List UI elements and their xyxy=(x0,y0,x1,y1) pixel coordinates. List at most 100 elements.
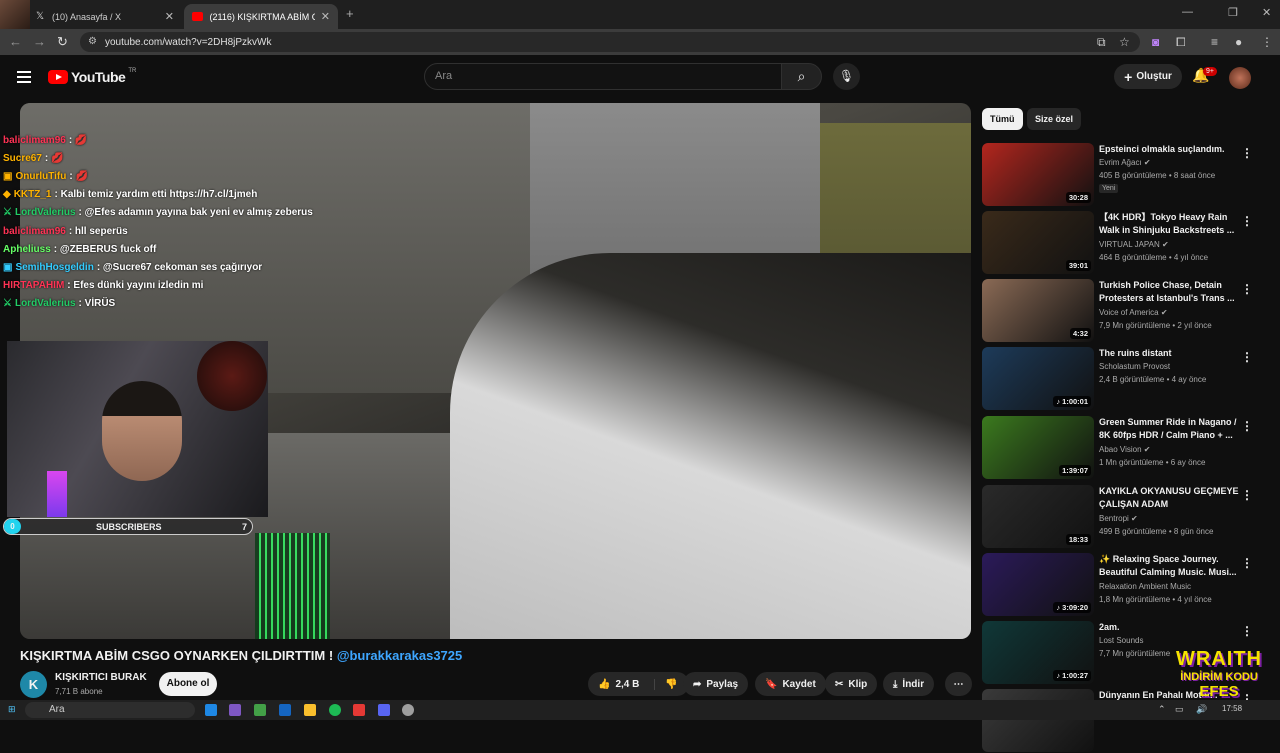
url-bar[interactable]: ⚙ youtube.com/watch?v=2DH8jPzkvWk xyxy=(80,32,1140,52)
save-button[interactable]: 🔖 Kaydet xyxy=(755,672,826,696)
video-title[interactable]: KAYIKLA OKYANUSU GEÇMEYE ÇALIŞAN ADAM xyxy=(1099,485,1239,511)
media-control-icon[interactable]: ≡ xyxy=(1211,35,1218,49)
chrome-icon[interactable] xyxy=(353,704,365,716)
video-channel[interactable]: Scholastum Provost xyxy=(1099,362,1170,371)
tab-x-home[interactable]: 𝕏 (10) Anasayfa / X ✕ xyxy=(28,4,182,29)
recommended-video[interactable]: 18:33 KAYIKLA OKYANUSU GEÇMEYE ÇALIŞAN AD… xyxy=(982,485,1253,549)
chip-all[interactable]: Tümü xyxy=(982,108,1023,130)
video-thumbnail[interactable]: 1:39:07 xyxy=(982,416,1094,479)
video-title[interactable]: Turkish Police Chase, Detain Protesters … xyxy=(1099,279,1239,305)
app-icon-2[interactable] xyxy=(402,704,414,716)
outlook-icon[interactable] xyxy=(279,704,291,716)
video-thumbnail[interactable]: 4:32 xyxy=(982,279,1094,342)
url-text: youtube.com/watch?v=2DH8jPzkvWk xyxy=(105,36,272,48)
search-button[interactable]: ⌕ xyxy=(781,63,822,90)
recommended-video[interactable]: 30:28 Epsteinci olmakla suçlandım. Evrim A… xyxy=(982,143,1253,207)
tab-youtube-video[interactable]: (2116) KIŞKIRTMA ABİM CSGO ✕ xyxy=(184,4,338,29)
chat-username: KKTZ_1 xyxy=(13,189,52,201)
discord-icon[interactable] xyxy=(378,704,390,716)
tray-chevron-icon[interactable]: ⌃ xyxy=(1158,704,1166,715)
video-thumbnail[interactable]: ♪ 3:09:20 xyxy=(982,553,1094,616)
close-icon[interactable]: ✕ xyxy=(165,10,174,23)
install-app-icon[interactable]: ⧉ xyxy=(1097,35,1106,50)
spotify-icon[interactable] xyxy=(329,704,341,716)
voice-search-button[interactable]: 🎙 xyxy=(833,63,860,90)
window-close-button[interactable]: ✕ xyxy=(1262,6,1271,19)
network-icon[interactable]: ▭ xyxy=(1175,704,1184,715)
channel-name[interactable]: KIŞKIRTICI BURAK xyxy=(55,672,147,683)
profile-icon[interactable]: ● xyxy=(1235,35,1242,49)
more-vertical-icon[interactable]: ⋮ xyxy=(1241,350,1253,364)
recommended-video[interactable]: 39:01 【4K HDR】Tokyo Heavy Rain Walk in Sh… xyxy=(982,211,1253,275)
youtube-logo[interactable]: YouTube TR xyxy=(48,68,136,85)
more-vertical-icon[interactable]: ⋮ xyxy=(1241,556,1253,570)
clip-button[interactable]: ✂ Klip xyxy=(825,672,878,696)
video-thumbnail[interactable]: 30:28 xyxy=(982,143,1094,206)
video-thumbnail[interactable]: 39:01 xyxy=(982,211,1094,274)
explorer-icon[interactable] xyxy=(304,704,316,716)
recommended-video[interactable]: 4:32 Turkish Police Chase, Detain Protest… xyxy=(982,279,1253,343)
video-thumbnail[interactable] xyxy=(982,689,1094,752)
app-icon[interactable] xyxy=(229,704,241,716)
menu-icon[interactable] xyxy=(17,71,31,86)
account-avatar[interactable] xyxy=(1229,67,1251,89)
windows-start-icon[interactable]: ⊞ xyxy=(8,704,16,715)
more-vertical-icon[interactable]: ⋮ xyxy=(1241,419,1253,433)
reload-icon[interactable]: ↻ xyxy=(57,34,68,50)
video-channel[interactable]: Lost Sounds xyxy=(1099,636,1143,645)
search-input[interactable]: Ara xyxy=(424,63,782,90)
download-button[interactable]: ⤓ İndir xyxy=(883,672,935,696)
extensions-puzzle-icon[interactable]: ⧠ xyxy=(1176,35,1186,50)
browser-menu-icon[interactable]: ⋮ xyxy=(1261,35,1273,49)
back-icon[interactable]: ← xyxy=(9,34,22,49)
search-icon: ⌕ xyxy=(797,68,806,84)
minimize-button[interactable]: — xyxy=(1182,6,1193,18)
video-thumbnail[interactable]: ♪ 1:00:01 xyxy=(982,347,1094,410)
video-title[interactable]: Green Summer Ride in Nagano / 8K 60fps H… xyxy=(1099,416,1239,442)
maximize-button[interactable]: ❐ xyxy=(1228,6,1238,19)
video-thumbnail[interactable]: 18:33 xyxy=(982,485,1094,548)
more-vertical-icon[interactable]: ⋮ xyxy=(1241,488,1253,502)
share-button[interactable]: ➦ Paylaş xyxy=(683,672,749,696)
more-actions-button[interactable]: ⋯ xyxy=(945,672,972,696)
video-channel[interactable]: Evrim Ağacı ✔ xyxy=(1099,158,1151,167)
forward-icon[interactable]: → xyxy=(33,34,46,49)
dislike-button[interactable]: 👎 xyxy=(654,678,678,690)
video-title[interactable]: 【4K HDR】Tokyo Heavy Rain Walk in Shinjuk… xyxy=(1099,211,1239,237)
more-vertical-icon[interactable]: ⋮ xyxy=(1241,146,1253,160)
video-channel[interactable]: Bentropi ✔ xyxy=(1099,514,1138,523)
video-title: KIŞKIRTMA ABİM CSGO OYNARKEN ÇILDIRTTIM … xyxy=(20,648,462,663)
recommended-video[interactable]: 1:39:07 Green Summer Ride in Nagano / 8K … xyxy=(982,416,1253,480)
recommended-video[interactable]: ♪ 3:09:20 ✨ Relaxing Space Journey. Beaut… xyxy=(982,553,1253,617)
video-channel[interactable]: Voice of America ✔ xyxy=(1099,308,1168,317)
video-channel[interactable]: Relaxation Ambient Music xyxy=(1099,582,1191,591)
video-title[interactable]: Epsteinci olmakla suçlandım. xyxy=(1099,143,1239,156)
channel-avatar[interactable]: K xyxy=(20,671,47,698)
clock[interactable]: 17:58 xyxy=(1222,704,1242,713)
video-channel[interactable]: VIRTUAL JAPAN ✔ xyxy=(1099,240,1169,249)
more-vertical-icon[interactable]: ⋮ xyxy=(1241,624,1253,638)
video-title[interactable]: The ruins distant xyxy=(1099,347,1239,360)
subscribe-button[interactable]: Abone ol xyxy=(159,672,217,696)
store-icon[interactable] xyxy=(254,704,266,716)
recommended-video[interactable]: ♪ 1:00:01 The ruins distant Scholastum Pro… xyxy=(982,347,1253,411)
volume-icon[interactable]: 🔊 xyxy=(1196,704,1207,715)
create-button[interactable]: + Oluştur xyxy=(1114,64,1182,89)
video-channel[interactable]: Abao Vision ✔ xyxy=(1099,445,1151,454)
chip-for-you[interactable]: Size özel xyxy=(1027,108,1082,130)
like-button[interactable]: 👍 2,4 B xyxy=(598,679,639,690)
more-vertical-icon[interactable]: ⋮ xyxy=(1241,214,1253,228)
close-icon[interactable]: ✕ xyxy=(321,10,330,23)
taskbar-search-input[interactable]: Ara xyxy=(25,702,195,718)
bookmark-star-icon[interactable]: ☆ xyxy=(1119,35,1130,49)
video-thumbnail[interactable]: ♪ 1:00:27 xyxy=(982,621,1094,684)
video-title[interactable]: ✨ Relaxing Space Journey. Beautiful Calm… xyxy=(1099,553,1239,579)
video-title-mention[interactable]: @burakkarakas3725 xyxy=(337,648,462,663)
extension-icon[interactable]: ◙ xyxy=(1152,35,1159,49)
edge-icon[interactable] xyxy=(205,704,217,716)
browser-profile-avatar[interactable] xyxy=(0,0,30,29)
more-vertical-icon[interactable]: ⋮ xyxy=(1241,282,1253,296)
site-info-icon[interactable]: ⚙ xyxy=(88,36,97,47)
new-tab-button[interactable]: + xyxy=(346,6,354,21)
video-title[interactable]: 2am. xyxy=(1099,621,1239,634)
